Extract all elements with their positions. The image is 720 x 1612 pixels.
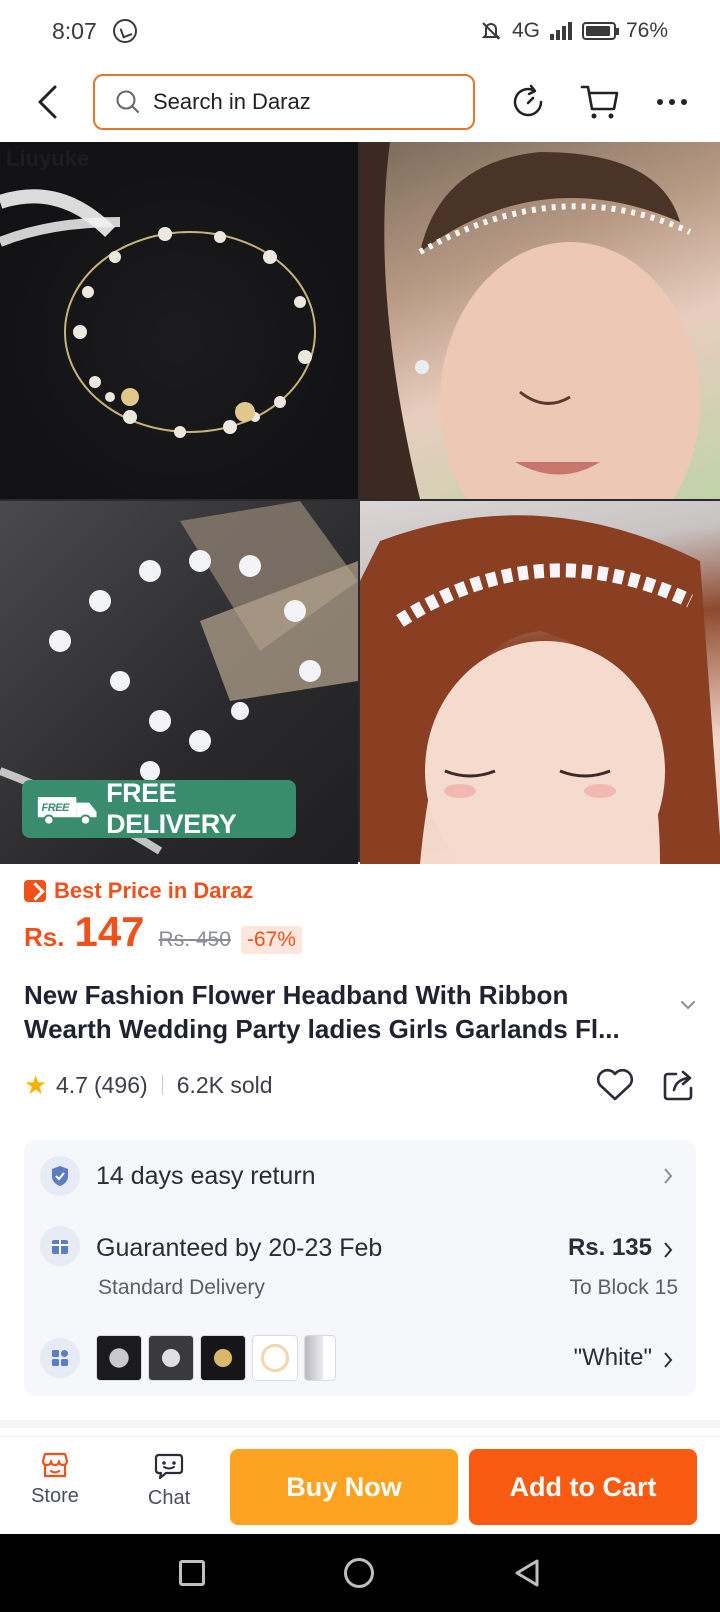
- chat-label: Chat: [147, 1487, 191, 1509]
- discount-badge: -67%: [240, 926, 302, 954]
- review-count[interactable]: (496): [94, 1072, 148, 1099]
- shield-icon: [40, 1156, 80, 1196]
- heart-icon[interactable]: [596, 1068, 634, 1102]
- recent-apps-button[interactable]: [179, 1560, 206, 1586]
- chat-icon: [154, 1453, 184, 1480]
- price-currency: Rs.: [24, 922, 65, 952]
- headband-illustration: [0, 189, 316, 438]
- share-icon[interactable]: [662, 1068, 696, 1102]
- product-image-4: [360, 501, 720, 864]
- home-button[interactable]: [343, 1558, 374, 1588]
- sold-count: 6.2K sold: [176, 1071, 273, 1098]
- network-type: 4G: [511, 19, 540, 42]
- refresh-icon: [513, 84, 543, 117]
- star-icon: ★: [24, 1070, 48, 1100]
- model-illustration-2: [360, 515, 720, 864]
- search-input[interactable]: Search in Daraz: [93, 74, 475, 130]
- battery-percent: 76%: [625, 19, 668, 42]
- variant-thumbnail[interactable]: [96, 1335, 142, 1381]
- delivery-text: Guaranteed by 20-23 Feb: [96, 1234, 383, 1262]
- variant-thumbnails: [96, 1335, 336, 1381]
- store-icon: [41, 1452, 69, 1478]
- variant-thumbnail[interactable]: [304, 1335, 336, 1381]
- best-price-text: Best Price in Daraz: [54, 878, 254, 903]
- chat-button[interactable]: Chat: [134, 1451, 204, 1510]
- best-price-label[interactable]: Best Price in Daraz: [24, 878, 253, 904]
- bottom-action-bar: Store Chat Buy Now Add to Cart: [0, 1436, 720, 1534]
- model-illustration: [360, 142, 700, 499]
- package-icon: [40, 1226, 80, 1266]
- battery-icon: [581, 22, 619, 40]
- delivery-row[interactable]: Guaranteed by 20-23 Feb Standard Deliver…: [24, 1212, 696, 1324]
- variant-thumbnail[interactable]: [200, 1335, 246, 1381]
- rating-value: 4.7: [56, 1071, 88, 1098]
- delivery-sub: Standard Delivery: [98, 1276, 265, 1299]
- top-nav: Search in Daraz: [0, 62, 720, 142]
- back-button[interactable]: [18, 72, 78, 132]
- status-time: 8:07: [52, 17, 97, 44]
- search-placeholder: Search in Daraz: [153, 89, 311, 114]
- chevron-right-icon: [664, 1168, 673, 1184]
- store-label: Store: [31, 1485, 79, 1507]
- tag-icon: [24, 880, 46, 902]
- cart-icon: [580, 85, 619, 119]
- current-price: 147: [74, 908, 145, 955]
- product-image-2: [360, 142, 720, 499]
- mute-icon: [481, 22, 501, 40]
- product-image-gallery[interactable]: Liuyuke: [0, 142, 720, 864]
- delivery-truck-icon: FREE: [37, 797, 97, 826]
- system-nav-bar: [0, 1534, 720, 1612]
- add-to-cart-button[interactable]: Add to Cart: [469, 1449, 697, 1525]
- signal-icon: [549, 22, 572, 40]
- free-tag-text: FREE: [42, 802, 71, 814]
- original-price: Rs. 450: [158, 928, 231, 951]
- store-button[interactable]: Store: [20, 1451, 90, 1508]
- chevron-left-icon: [38, 85, 57, 119]
- price-row: Rs. 147 Rs. 450 -67%: [24, 908, 302, 956]
- service-info-card: 14 days easy return Guaranteed by 20-23 …: [24, 1140, 696, 1396]
- selected-variant: "White": [573, 1344, 652, 1371]
- cart-button[interactable]: [574, 76, 626, 128]
- history-button[interactable]: [502, 76, 554, 128]
- image-watermark: Liuyuke: [6, 146, 90, 171]
- product-title-line-1: New Fashion Flower Headband With Ribbon: [24, 980, 569, 1010]
- chevron-right-icon: [664, 1352, 673, 1368]
- system-back-button[interactable]: [513, 1558, 541, 1588]
- more-dots-icon: [657, 99, 687, 105]
- delivery-location: To Block 15: [569, 1276, 678, 1299]
- product-title-line-2: Wearth Wedding Party ladies Girls Garlan…: [24, 1014, 620, 1044]
- return-text: 14 days easy return: [96, 1162, 316, 1190]
- delivery-price: Rs. 135: [567, 1234, 652, 1261]
- chevron-right-icon: [664, 1242, 673, 1258]
- more-button[interactable]: [646, 76, 698, 128]
- return-policy-row[interactable]: 14 days easy return: [24, 1140, 696, 1212]
- free-delivery-text: FREE DELIVERY: [106, 778, 237, 839]
- variants-icon: [40, 1338, 80, 1378]
- rating-row: ★ 4.7 (496) 6.2K sold: [24, 1068, 696, 1102]
- whatsapp-icon: [112, 19, 137, 43]
- chevron-down-icon[interactable]: [680, 1000, 696, 1010]
- variant-thumbnail[interactable]: [252, 1335, 298, 1381]
- search-icon: [116, 90, 139, 113]
- product-title[interactable]: New Fashion Flower Headband With Ribbon …: [24, 978, 664, 1046]
- buy-now-button[interactable]: Buy Now: [230, 1449, 458, 1525]
- product-image-1: Liuyuke: [0, 142, 358, 499]
- status-bar: 8:07 4G 76%: [0, 0, 720, 62]
- free-delivery-badge: FREE FREE DELIVERY: [22, 778, 296, 839]
- divider: [161, 1075, 163, 1095]
- section-divider: [0, 1420, 720, 1428]
- variant-thumbnail[interactable]: [148, 1335, 194, 1381]
